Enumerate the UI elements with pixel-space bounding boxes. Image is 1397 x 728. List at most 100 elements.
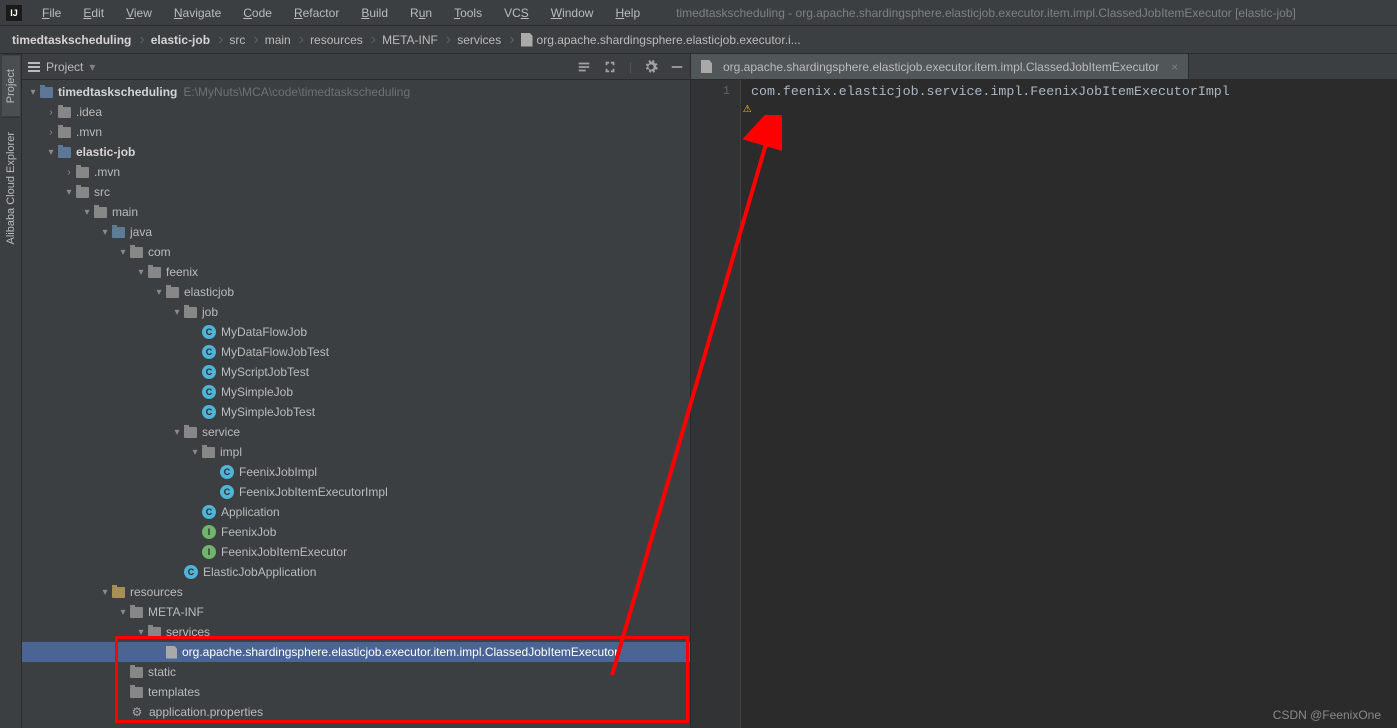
- source-folder-icon: [112, 227, 125, 238]
- menu-tools[interactable]: Tools: [444, 2, 492, 24]
- menu-navigate[interactable]: Navigate: [164, 2, 231, 24]
- menu-run[interactable]: Run: [400, 2, 442, 24]
- tree-feenixjobitemexecutorimpl[interactable]: ·CFeenixJobItemExecutorImpl: [22, 482, 690, 502]
- warning-marker-icon: ⚠: [743, 100, 751, 117]
- package-icon: [130, 247, 143, 258]
- chevron-down-icon[interactable]: ▾: [89, 60, 95, 74]
- module-icon: [40, 87, 53, 98]
- folder-icon: [94, 207, 107, 218]
- file-icon: [521, 33, 533, 47]
- tree-main[interactable]: ▾main: [22, 202, 690, 222]
- bc-item-6[interactable]: services: [451, 31, 509, 49]
- side-tab-strip: Project Alibaba Cloud Explorer: [0, 54, 22, 728]
- tree-mydataflowjobtest[interactable]: ·CMyDataFlowJobTest: [22, 342, 690, 362]
- window-title: timedtaskscheduling - org.apache.shardin…: [676, 6, 1296, 20]
- folder-icon: [58, 127, 71, 138]
- tree-spi-file[interactable]: ·org.apache.shardingsphere.elasticjob.ex…: [22, 642, 690, 662]
- watermark: CSDN @FeenixOne: [1273, 708, 1381, 722]
- tree-myscriptjobtest[interactable]: ·CMyScriptJobTest: [22, 362, 690, 382]
- menu-help[interactable]: Help: [605, 2, 650, 24]
- bc-item-7[interactable]: org.apache.shardingsphere.elasticjob.exe…: [515, 31, 809, 49]
- tree-mvn[interactable]: ›.mvn: [22, 162, 690, 182]
- select-opened-icon[interactable]: [577, 60, 591, 74]
- bc-item-2[interactable]: src: [223, 31, 253, 49]
- tree-feenixjobitemexecutor-if[interactable]: ·IFeenixJobItemExecutor: [22, 542, 690, 562]
- gear-icon[interactable]: [644, 60, 658, 74]
- project-tree[interactable]: ▾ timedtaskscheduling E:\MyNuts\MCA\code…: [22, 80, 690, 728]
- bc-item-5[interactable]: META-INF: [376, 31, 446, 49]
- menu-code[interactable]: Code: [233, 2, 282, 24]
- folder-icon: [58, 107, 71, 118]
- tree-feenixjob-if[interactable]: ·IFeenixJob: [22, 522, 690, 542]
- tree-impl[interactable]: ▾impl: [22, 442, 690, 462]
- tree-src[interactable]: ▾src: [22, 182, 690, 202]
- editor-area: org.apache.shardingsphere.elasticjob.exe…: [691, 54, 1397, 728]
- module-icon: [58, 147, 71, 158]
- hamburger-icon[interactable]: [28, 62, 40, 72]
- tree-static[interactable]: ·static: [22, 662, 690, 682]
- tree-mysimplejobtest[interactable]: ·CMySimpleJobTest: [22, 402, 690, 422]
- tree-elastic-job[interactable]: ▾elastic-job: [22, 142, 690, 162]
- class-icon: C: [202, 345, 216, 359]
- bc-item-4[interactable]: resources: [304, 31, 371, 49]
- bc-item-0[interactable]: timedtaskscheduling: [6, 31, 139, 49]
- tree-java[interactable]: ▾java: [22, 222, 690, 242]
- editor-code[interactable]: com.feenix.elasticjob.service.impl.Feeni…: [741, 80, 1397, 728]
- expand-icon[interactable]: [603, 60, 617, 74]
- menu-refactor[interactable]: Refactor: [284, 2, 349, 24]
- package-icon: [166, 287, 179, 298]
- tree-job[interactable]: ▾job: [22, 302, 690, 322]
- tree-idea[interactable]: ›.idea: [22, 102, 690, 122]
- side-tab-project[interactable]: Project: [2, 54, 20, 117]
- tree-resources[interactable]: ▾resources: [22, 582, 690, 602]
- tree-mysimplejob[interactable]: ·CMySimpleJob: [22, 382, 690, 402]
- tree-app-properties[interactable]: ·⚙application.properties: [22, 702, 690, 722]
- folder-icon: [76, 187, 89, 198]
- tree-com[interactable]: ▾com: [22, 242, 690, 262]
- tree-elasticjobapplication[interactable]: ·CElasticJobApplication: [22, 562, 690, 582]
- close-icon[interactable]: ×: [1165, 60, 1178, 74]
- class-icon: C: [220, 465, 234, 479]
- tree-application[interactable]: ·CApplication: [22, 502, 690, 522]
- editor-content[interactable]: 1 com.feenix.elasticjob.service.impl.Fee…: [691, 80, 1397, 728]
- resource-folder-icon: [112, 587, 125, 598]
- app-logo-icon: IJ: [6, 5, 22, 21]
- tree-service[interactable]: ▾service: [22, 422, 690, 442]
- tree-feenixjobimpl[interactable]: ·CFeenixJobImpl: [22, 462, 690, 482]
- class-icon: C: [202, 405, 216, 419]
- menu-edit[interactable]: Edit: [73, 2, 114, 24]
- menu-view[interactable]: View: [116, 2, 162, 24]
- menu-build[interactable]: Build: [351, 2, 398, 24]
- class-icon: C: [202, 505, 216, 519]
- editor-tab-active[interactable]: org.apache.shardingsphere.elasticjob.exe…: [691, 54, 1189, 79]
- properties-icon: ⚙: [130, 705, 144, 719]
- bc-item-3[interactable]: main: [259, 31, 299, 49]
- package-icon: [202, 447, 215, 458]
- tree-meta-inf[interactable]: ▾META-INF: [22, 602, 690, 622]
- tree-services[interactable]: ▾services: [22, 622, 690, 642]
- menu-vcs[interactable]: VCS: [494, 2, 539, 24]
- bc-item-1[interactable]: elastic-job: [145, 31, 218, 49]
- tree-elasticjob[interactable]: ▾elasticjob: [22, 282, 690, 302]
- menu-file[interactable]: File: [32, 2, 71, 24]
- file-icon: [701, 60, 712, 73]
- project-panel-header: Project ▾ |: [22, 54, 690, 80]
- file-icon: [166, 646, 177, 659]
- class-icon: C: [202, 325, 216, 339]
- tree-root[interactable]: ▾ timedtaskscheduling E:\MyNuts\MCA\code…: [22, 82, 690, 102]
- tree-mvn-root[interactable]: ›.mvn: [22, 122, 690, 142]
- class-icon: C: [220, 485, 234, 499]
- folder-icon: [130, 607, 143, 618]
- class-icon: C: [184, 565, 198, 579]
- project-panel: Project ▾ | ▾ timedtaskscheduling E:\MyN…: [22, 54, 691, 728]
- tree-templates[interactable]: ·templates: [22, 682, 690, 702]
- editor-tab-bar: org.apache.shardingsphere.elasticjob.exe…: [691, 54, 1397, 80]
- tree-feenix[interactable]: ▾feenix: [22, 262, 690, 282]
- gutter-line-1: 1: [691, 84, 730, 98]
- editor-gutter: 1: [691, 80, 741, 728]
- hide-icon[interactable]: [670, 60, 684, 74]
- tree-mydataflowjob[interactable]: ·CMyDataFlowJob: [22, 322, 690, 342]
- package-icon: [148, 267, 161, 278]
- menu-window[interactable]: Window: [541, 2, 604, 24]
- side-tab-alibaba[interactable]: Alibaba Cloud Explorer: [2, 117, 20, 259]
